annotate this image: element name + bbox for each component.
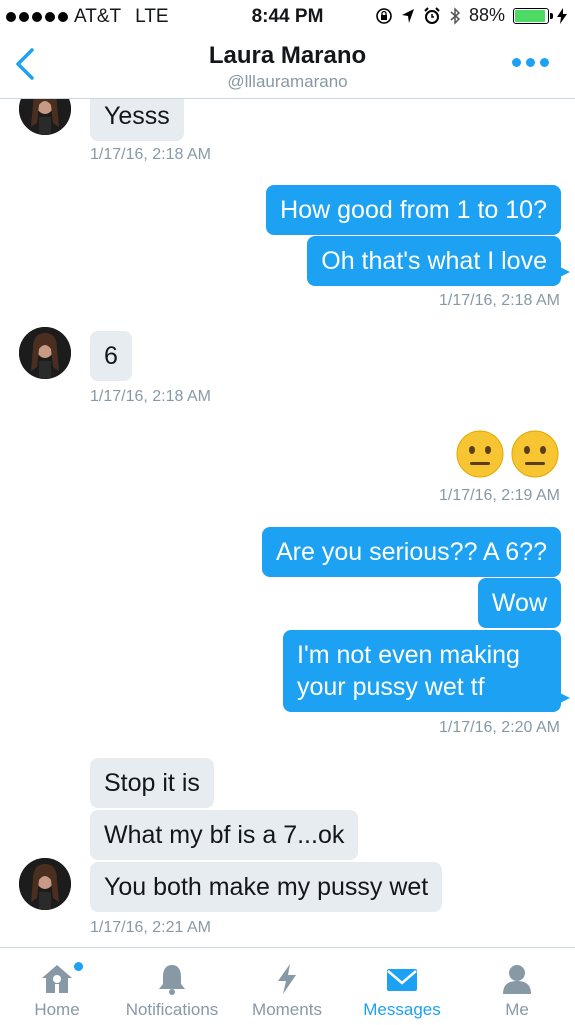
tab-label: Home — [34, 1000, 80, 1019]
alarm-icon — [424, 6, 440, 24]
tab-me[interactable]: Me — [472, 948, 562, 1025]
tab-label: Moments — [252, 1000, 322, 1019]
message-timestamp: 1/17/16, 2:18 AM — [90, 146, 211, 163]
message-bubble-incoming[interactable]: Stop it is — [90, 758, 214, 808]
lightning-icon — [278, 964, 296, 994]
status-right: 88% — [375, 5, 567, 26]
message-bubble-outgoing[interactable]: I'm not even making your pussy wet tf — [283, 630, 570, 712]
message-timestamp: 1/17/16, 2:18 AM — [439, 292, 560, 309]
message-bubble-incoming[interactable]: You both make my pussy wet — [90, 862, 443, 912]
contact-avatar[interactable] — [19, 858, 71, 910]
message-bubble-outgoing[interactable]: Wow — [477, 578, 561, 628]
message-bubble-incoming[interactable]: Yesss — [90, 99, 184, 141]
message-bubble-outgoing[interactable]: Are you serious?? A 6?? — [261, 527, 561, 577]
tab-label: Notifications — [125, 1000, 219, 1019]
tab-bar: Home Notifications Moments Messages Me — [0, 947, 575, 1025]
home-icon — [42, 965, 72, 993]
contact-avatar[interactable] — [19, 99, 71, 135]
conversation-header: Laura Marano @lllauramarano — [0, 34, 575, 99]
message-timestamp: 1/17/16, 2:21 AM — [90, 919, 211, 936]
message-timestamp: 1/17/16, 2:19 AM — [439, 487, 560, 504]
battery-level-fill — [515, 9, 545, 22]
bluetooth-icon — [450, 6, 461, 25]
message-bubble-incoming[interactable]: What my bf is a 7...ok — [90, 810, 359, 860]
conversation-title[interactable]: Laura Marano @lllauramarano — [0, 42, 575, 92]
envelope-icon — [387, 969, 417, 991]
message-bubble-outgoing[interactable]: How good from 1 to 10? — [266, 185, 561, 235]
tab-moments[interactable]: Moments — [242, 948, 332, 1025]
tab-home[interactable]: Home — [12, 948, 102, 1025]
message-bubble-outgoing[interactable]: Oh that's what I love — [307, 236, 570, 286]
battery-icon — [513, 7, 553, 24]
more-options-icon[interactable] — [512, 58, 549, 67]
neutral-face-emoji[interactable] — [456, 430, 504, 478]
message-thread[interactable]: Yesss 1/17/16, 2:18 AM How good from 1 t… — [0, 99, 575, 947]
charging-icon — [557, 7, 567, 24]
message-timestamp: 1/17/16, 2:20 AM — [439, 719, 560, 736]
location-icon — [401, 8, 414, 23]
contact-avatar[interactable] — [19, 327, 71, 379]
message-bubble-incoming[interactable]: 6 — [90, 331, 132, 381]
status-bar: AT&T LTE 8:44 PM 88% — [0, 0, 575, 34]
bell-icon — [159, 965, 185, 995]
message-timestamp: 1/17/16, 2:18 AM — [90, 388, 211, 405]
tab-messages[interactable]: Messages — [352, 948, 452, 1025]
person-icon — [503, 965, 531, 994]
rotation-lock-icon — [376, 7, 392, 24]
contact-name: Laura Marano — [208, 42, 367, 69]
tab-label: Me — [505, 1000, 529, 1019]
battery-percent: 88% — [468, 5, 505, 25]
notification-dot — [74, 962, 83, 971]
contact-handle: @lllauramarano — [227, 72, 348, 91]
tab-notifications[interactable]: Notifications — [114, 948, 230, 1025]
tab-label: Messages — [363, 1000, 441, 1019]
neutral-face-emoji[interactable] — [511, 430, 559, 478]
